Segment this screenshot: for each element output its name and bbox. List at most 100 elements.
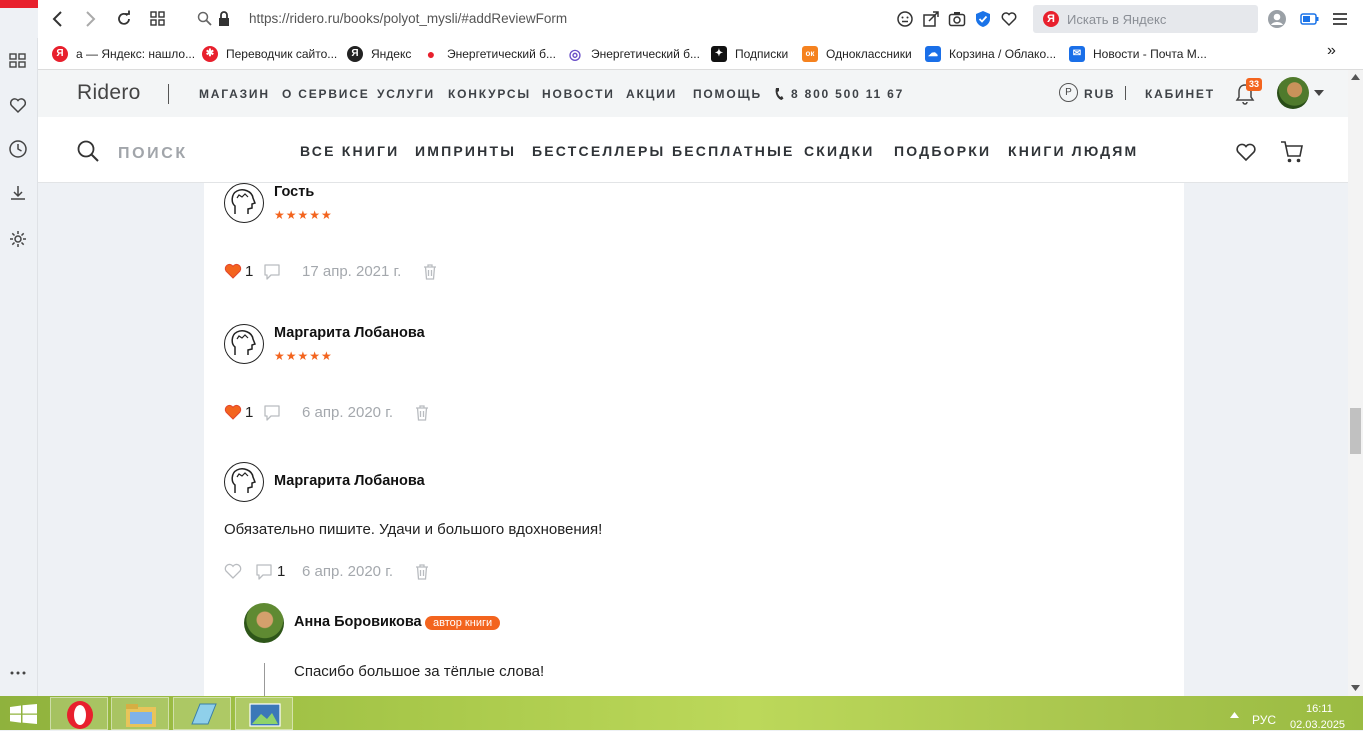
heart-outline-icon[interactable] bbox=[224, 563, 242, 579]
page-scrollbar[interactable] bbox=[1348, 70, 1363, 696]
profile-head-icon bbox=[231, 468, 256, 493]
bookmark-item[interactable]: ● Энергетический б... bbox=[423, 44, 556, 64]
bookmark-item[interactable]: ок Одноклассники bbox=[802, 44, 912, 64]
author-avatar[interactable] bbox=[244, 603, 284, 643]
cat-books-to-people[interactable]: КНИГИ ЛЮДЯМ bbox=[1008, 143, 1138, 159]
profile-icon[interactable] bbox=[1267, 9, 1287, 29]
cat-free[interactable]: БЕСПЛАТНЫЕ bbox=[672, 143, 795, 159]
reply-author-name[interactable]: Анна Боровикова bbox=[294, 614, 422, 630]
comment-count: 1 bbox=[277, 563, 286, 580]
nav-news[interactable]: НОВОСТИ bbox=[542, 87, 615, 101]
rating-stars: ★★★★★ bbox=[274, 208, 333, 222]
bookmark-label: Одноклассники bbox=[826, 47, 912, 61]
category-bar: ПОИСК ВСЕ КНИГИ ИМПРИНТЫ БЕСТСЕЛЛЕРЫ БЕС… bbox=[38, 117, 1348, 183]
search-icon[interactable] bbox=[77, 140, 99, 162]
site-info-icon[interactable] bbox=[196, 10, 214, 28]
back-icon[interactable] bbox=[48, 9, 68, 29]
bookmarks-heart-icon[interactable] bbox=[8, 95, 28, 115]
downloads-icon[interactable] bbox=[8, 183, 28, 203]
clock-time[interactable]: 16:11 bbox=[1306, 703, 1333, 715]
ridero-logo[interactable]: Ridero bbox=[77, 81, 141, 105]
page-content: Гость ★★★★★ 1 17 апр. 2021 г. Маргарита … bbox=[38, 183, 1348, 696]
scroll-down-icon[interactable] bbox=[1351, 685, 1360, 691]
review-date: 6 апр. 2020 г. bbox=[302, 563, 393, 580]
nav-promos[interactable]: АКЦИИ bbox=[626, 87, 677, 101]
wishlist-heart-icon[interactable] bbox=[1235, 142, 1257, 162]
comment-icon[interactable] bbox=[254, 563, 274, 581]
currency-selector[interactable]: RUB bbox=[1084, 87, 1115, 101]
yandex-favicon-icon: Я bbox=[347, 46, 363, 62]
bookmark-item[interactable]: ◎ Энергетический б... bbox=[567, 44, 700, 64]
tray-chevron-up-icon[interactable] bbox=[1230, 712, 1239, 718]
bookmark-label: Подписки bbox=[735, 47, 789, 61]
phone-number[interactable]: 8 800 500 11 67 bbox=[791, 87, 904, 101]
bookmark-item[interactable]: ☁ Корзина / Облако... bbox=[925, 44, 1056, 64]
address-field[interactable]: https://ridero.ru/books/polyot_mysli/#ad… bbox=[249, 11, 567, 26]
settings-gear-icon[interactable] bbox=[8, 229, 28, 249]
nav-services[interactable]: УСЛУГИ bbox=[377, 87, 435, 101]
windows-taskbar bbox=[0, 696, 1363, 730]
adblock-shield-icon[interactable] bbox=[974, 10, 992, 28]
yandex-search-field[interactable]: Я Искать в Яндекс bbox=[1033, 5, 1258, 33]
cat-all-books[interactable]: ВСЕ КНИГИ bbox=[300, 143, 399, 159]
reviewer-name[interactable]: Гость bbox=[274, 184, 314, 200]
menu-icon[interactable] bbox=[1331, 11, 1349, 27]
input-language[interactable]: РУС bbox=[1252, 713, 1276, 727]
trash-icon[interactable] bbox=[414, 404, 430, 422]
bookmark-item[interactable]: Яа — Яндекс: нашло... bbox=[52, 44, 195, 64]
battery-icon[interactable] bbox=[1300, 12, 1320, 26]
cat-bestsellers[interactable]: БЕСТСЕЛЛЕРЫ bbox=[532, 143, 665, 159]
heart-filled-icon[interactable] bbox=[224, 263, 242, 279]
bookmark-label: Новости - Почта М... bbox=[1093, 47, 1207, 61]
nav-about[interactable]: О СЕРВИСЕ bbox=[282, 87, 370, 101]
taskbar-opera[interactable] bbox=[50, 697, 108, 730]
speed-dial-icon[interactable] bbox=[148, 9, 168, 29]
bookmark-item[interactable]: Я Яндекс bbox=[347, 44, 411, 64]
user-avatar[interactable] bbox=[1277, 77, 1309, 109]
camera-icon[interactable] bbox=[948, 10, 966, 28]
bookmark-label: Энергетический б... bbox=[447, 47, 556, 61]
windows-start-icon[interactable] bbox=[10, 704, 37, 724]
cat-imprints[interactable]: ИМПРИНТЫ bbox=[415, 143, 516, 159]
chevron-down-icon[interactable] bbox=[1314, 90, 1324, 96]
bookmark-item[interactable]: ✉ Новости - Почта М... bbox=[1069, 44, 1207, 64]
cat-discounts[interactable]: СКИДКИ bbox=[804, 143, 875, 159]
reload-icon[interactable] bbox=[114, 9, 134, 29]
forward-icon[interactable] bbox=[80, 9, 100, 29]
taskbar-explorer[interactable] bbox=[111, 697, 169, 730]
header-divider bbox=[1125, 86, 1126, 100]
bookmarks-bar: Яа — Яндекс: нашло... ✱ Переводчик сайто.… bbox=[38, 38, 1363, 70]
taskbar-notepad[interactable] bbox=[173, 697, 231, 730]
scroll-up-icon[interactable] bbox=[1351, 74, 1360, 80]
comment-icon[interactable] bbox=[262, 404, 282, 422]
trash-icon[interactable] bbox=[414, 563, 430, 581]
cabinet-link[interactable]: КАБИНЕТ bbox=[1145, 87, 1215, 101]
heart-filled-icon[interactable] bbox=[224, 404, 242, 420]
reviewer-name[interactable]: Маргарита Лобанова bbox=[274, 325, 425, 341]
scroll-thumb[interactable] bbox=[1350, 408, 1361, 454]
bookmarks-more-button[interactable]: » bbox=[1327, 41, 1336, 61]
emoji-icon[interactable] bbox=[896, 10, 914, 28]
cat-collections[interactable]: ПОДБОРКИ bbox=[894, 143, 991, 159]
trash-icon[interactable] bbox=[422, 263, 438, 281]
search-input[interactable]: ПОИСК bbox=[118, 145, 188, 163]
clock-date[interactable]: 02.03.2025 bbox=[1290, 719, 1345, 731]
taskbar-photos[interactable] bbox=[235, 697, 293, 730]
nav-help[interactable]: ПОМОЩЬ bbox=[693, 87, 762, 101]
search-placeholder: Искать в Яндекс bbox=[1067, 12, 1167, 27]
currency-ruble-icon[interactable]: Р bbox=[1059, 83, 1078, 102]
bookmark-item[interactable]: ✱ Переводчик сайто... bbox=[202, 44, 337, 64]
more-dots-icon[interactable] bbox=[8, 668, 28, 678]
nav-shop[interactable]: МАГАЗИН bbox=[199, 87, 270, 101]
speed-dial-sidebar-icon[interactable] bbox=[8, 50, 28, 70]
heart-bookmark-icon[interactable] bbox=[1000, 10, 1018, 28]
guest-avatar bbox=[224, 183, 264, 223]
nav-contests[interactable]: КОНКУРСЫ bbox=[448, 87, 531, 101]
bookmark-item[interactable]: ✦ Подписки bbox=[711, 44, 788, 64]
share-icon[interactable] bbox=[922, 10, 940, 28]
comment-icon[interactable] bbox=[262, 263, 282, 281]
history-clock-icon[interactable] bbox=[8, 139, 28, 159]
cloud-favicon-icon: ☁ bbox=[925, 46, 941, 62]
cart-icon[interactable] bbox=[1280, 140, 1304, 164]
reviewer-name[interactable]: Маргарита Лобанова bbox=[274, 473, 425, 489]
